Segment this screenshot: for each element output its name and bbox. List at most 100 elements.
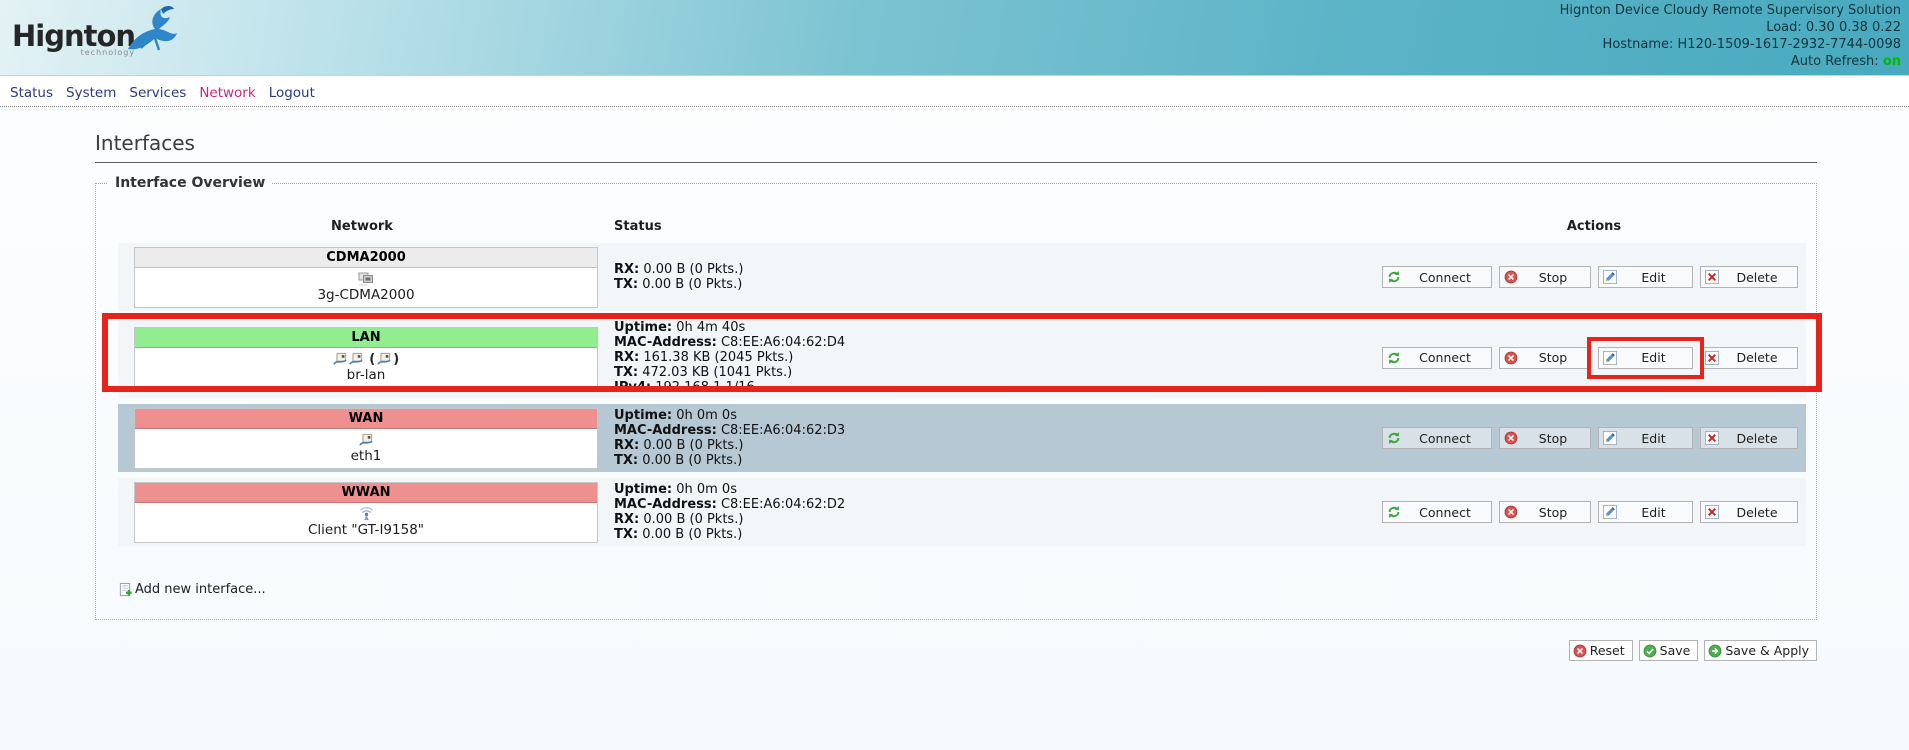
stop-icon bbox=[1504, 505, 1520, 519]
stop-icon bbox=[1504, 270, 1520, 284]
interface-icons bbox=[135, 271, 597, 287]
save-icon bbox=[1643, 644, 1657, 658]
button-label: Save & Apply bbox=[1725, 643, 1809, 658]
status-cell-wwan: Uptime: 0h 0m 0sMAC-Address: C8:EE:A6:04… bbox=[606, 482, 1382, 542]
delete-icon bbox=[1705, 505, 1721, 519]
connect-button-lan[interactable]: Connect bbox=[1382, 347, 1492, 369]
device-name: eth1 bbox=[135, 448, 597, 468]
connect-icon bbox=[1387, 505, 1403, 519]
interface-row-wan: WAN eth1 Uptime: 0h 0m 0sMAC-Address: C8:E… bbox=[118, 404, 1806, 472]
add-interface-button[interactable]: Add new interface... bbox=[118, 582, 266, 597]
stop-button-cdma2000[interactable]: Stop bbox=[1499, 266, 1591, 288]
interface-icons bbox=[135, 432, 597, 448]
edit-button-wan[interactable]: Edit bbox=[1598, 427, 1693, 449]
form-footer: Reset Save Save & Apply bbox=[95, 640, 1817, 662]
nav-item-logout[interactable]: Logout bbox=[269, 85, 315, 101]
status-line: IPv4: 192.168.1.1/16 bbox=[614, 380, 1382, 395]
paren-close: ) bbox=[393, 352, 399, 367]
status-line: RX: 0.00 B (0 Pkts.) bbox=[614, 512, 1382, 527]
stop-button-wwan[interactable]: Stop bbox=[1499, 501, 1591, 523]
delete-button-wwan[interactable]: Delete bbox=[1700, 501, 1798, 523]
connect-icon bbox=[1387, 351, 1403, 365]
delete-button-lan[interactable]: Delete bbox=[1700, 347, 1798, 369]
edit-button-wwan[interactable]: Edit bbox=[1598, 501, 1693, 523]
status-cell-lan: Uptime: 0h 4m 40sMAC-Address: C8:EE:A6:0… bbox=[606, 320, 1382, 395]
paren-open: ( bbox=[365, 352, 375, 367]
edit-button-cdma2000[interactable]: Edit bbox=[1598, 266, 1693, 288]
delete-button-cdma2000[interactable]: Delete bbox=[1700, 266, 1798, 288]
edit-icon bbox=[1603, 351, 1619, 365]
status-line: Uptime: 0h 0m 0s bbox=[614, 408, 1382, 423]
interface-icons bbox=[135, 506, 597, 522]
header-hostname: Hostname: H120-1509-1617-2932-7744-0098 bbox=[1560, 36, 1901, 53]
edit-icon bbox=[1603, 431, 1619, 445]
interfaces-table: Network Status Actions CDMA2000 3g-CDMA20… bbox=[118, 219, 1806, 546]
interface-row-wwan: WWANClient "GT-I9158"Uptime: 0h 0m 0sMAC… bbox=[118, 478, 1806, 546]
nav-item-system[interactable]: System bbox=[66, 85, 116, 101]
network-box-cdma2000: CDMA2000 3g-CDMA2000 bbox=[134, 247, 598, 308]
button-label: Edit bbox=[1619, 505, 1688, 520]
wifi-icon bbox=[359, 506, 374, 521]
add-icon bbox=[118, 582, 133, 597]
nav-item-services[interactable]: Services bbox=[129, 85, 186, 101]
column-header-status: Status bbox=[606, 219, 1382, 234]
status-cell-cdma2000: RX: 0.00 B (0 Pkts.)TX: 0.00 B (0 Pkts.) bbox=[606, 262, 1382, 292]
edit-button-lan[interactable]: Edit bbox=[1598, 347, 1693, 369]
reset-button[interactable]: Reset bbox=[1569, 640, 1633, 661]
button-label: Save bbox=[1660, 643, 1691, 658]
section-legend: Interface Overview bbox=[108, 175, 272, 191]
button-label: Delete bbox=[1721, 350, 1793, 365]
connect-icon bbox=[1387, 270, 1403, 284]
save-button[interactable]: Save bbox=[1639, 640, 1699, 661]
delete-icon bbox=[1705, 270, 1721, 284]
connect-button-wwan[interactable]: Connect bbox=[1382, 501, 1492, 523]
actions-cell-wwan: Connect Stop Edit Delete bbox=[1382, 501, 1806, 523]
button-label: Delete bbox=[1721, 270, 1793, 285]
status-line: Uptime: 0h 4m 40s bbox=[614, 320, 1382, 335]
status-line: MAC-Address: C8:EE:A6:04:62:D3 bbox=[614, 423, 1382, 438]
button-label: Delete bbox=[1721, 431, 1793, 446]
page-title: Interfaces bbox=[95, 131, 1817, 163]
interface-overview-section: Interface Overview Network Status Action… bbox=[95, 175, 1817, 620]
save-apply-button[interactable]: Save & Apply bbox=[1704, 640, 1817, 661]
button-label: Connect bbox=[1403, 505, 1487, 520]
button-label: Stop bbox=[1520, 431, 1586, 446]
column-header-network: Network bbox=[118, 219, 606, 234]
status-line: MAC-Address: C8:EE:A6:04:62:D2 bbox=[614, 497, 1382, 512]
ethernet-icon bbox=[349, 352, 363, 366]
button-label: Stop bbox=[1520, 270, 1586, 285]
status-line: TX: 0.00 B (0 Pkts.) bbox=[614, 453, 1382, 468]
button-label: Reset bbox=[1590, 643, 1625, 658]
network-box-wwan: WWANClient "GT-I9158" bbox=[134, 482, 598, 543]
stop-icon bbox=[1504, 431, 1520, 445]
connect-button-wan[interactable]: Connect bbox=[1382, 427, 1492, 449]
device-name: 3g-CDMA2000 bbox=[135, 287, 597, 307]
network-name-badge: CDMA2000 bbox=[135, 248, 597, 268]
interface-row-lan: LAN ()br-lanUptime: 0h 4m 40sMAC-Address… bbox=[118, 317, 1806, 398]
status-line: TX: 0.00 B (0 Pkts.) bbox=[614, 527, 1382, 542]
nav-item-network[interactable]: Network bbox=[199, 85, 255, 101]
status-line: TX: 0.00 B (0 Pkts.) bbox=[614, 277, 1382, 292]
stop-button-lan[interactable]: Stop bbox=[1499, 347, 1591, 369]
add-interface-label: Add new interface... bbox=[135, 582, 266, 597]
connect-button-cdma2000[interactable]: Connect bbox=[1382, 266, 1492, 288]
header: Hignton technology Hignton Device Cloudy… bbox=[0, 0, 1909, 76]
table-header-row: Network Status Actions bbox=[118, 219, 1806, 234]
apply-icon bbox=[1708, 644, 1722, 658]
device-name: br-lan bbox=[135, 367, 597, 387]
status-line: MAC-Address: C8:EE:A6:04:62:D4 bbox=[614, 335, 1382, 350]
reset-icon bbox=[1573, 644, 1587, 658]
network-box-lan: LAN ()br-lan bbox=[134, 327, 598, 388]
nav-item-status[interactable]: Status bbox=[10, 85, 53, 101]
network-name-badge: WAN bbox=[135, 409, 597, 429]
delete-button-wan[interactable]: Delete bbox=[1700, 427, 1798, 449]
ethernet-icon bbox=[359, 433, 373, 447]
stop-button-wan[interactable]: Stop bbox=[1499, 427, 1591, 449]
stop-icon bbox=[1504, 351, 1520, 365]
network-cell-wwan: WWANClient "GT-I9158" bbox=[118, 482, 606, 543]
device-name: Client "GT-I9158" bbox=[135, 522, 597, 542]
button-label: Delete bbox=[1721, 505, 1793, 520]
button-label: Edit bbox=[1619, 431, 1688, 446]
status-line: TX: 472.03 KB (1041 Pkts.) bbox=[614, 365, 1382, 380]
delete-icon bbox=[1705, 431, 1721, 445]
